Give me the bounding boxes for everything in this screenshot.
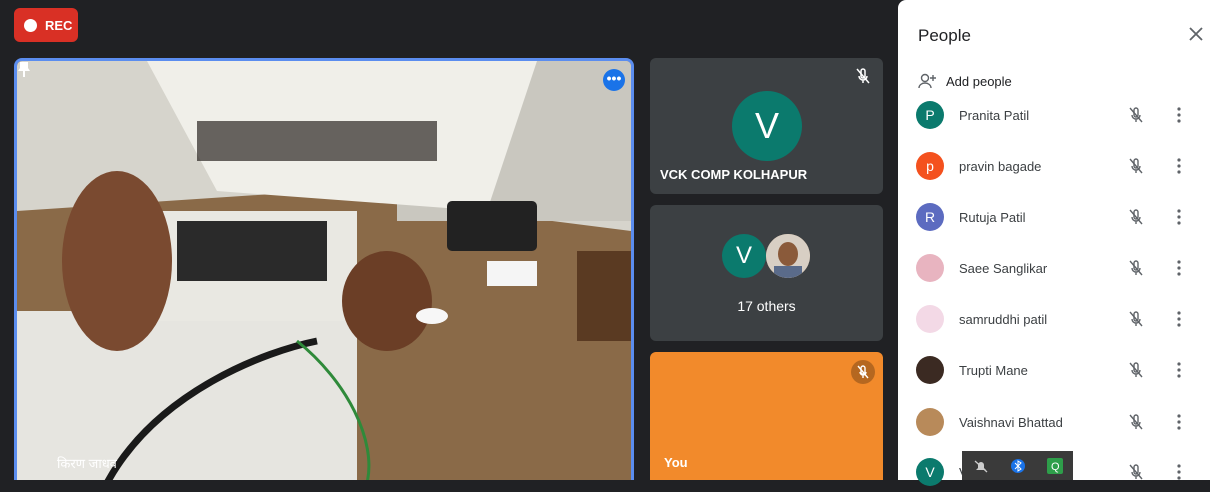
more-options-icon[interactable]: ••• (603, 69, 625, 91)
notification-off-icon[interactable] (973, 458, 989, 474)
mic-off-icon[interactable] (1126, 412, 1146, 432)
more-vert-icon[interactable] (1174, 156, 1184, 176)
recording-label: REC (45, 17, 73, 33)
mic-off-icon[interactable] (1126, 309, 1146, 329)
participant-row[interactable]: P Pranita Patil (898, 95, 1210, 135)
more-vert-icon[interactable] (1174, 207, 1184, 227)
avatar (916, 254, 944, 282)
avatar: p (916, 152, 944, 180)
app-q-icon[interactable]: Q (1046, 457, 1063, 474)
more-vert-icon[interactable] (1174, 412, 1184, 432)
avatar: R (916, 203, 944, 231)
avatar: V (732, 91, 802, 161)
more-vert-icon[interactable] (1174, 309, 1184, 329)
add-people-button[interactable]: Add people (918, 72, 1012, 90)
avatar: V (916, 458, 944, 486)
participant-row[interactable]: Saee Sanglikar (898, 248, 1210, 288)
participant-name: Rutuja Patil (959, 209, 1026, 225)
participant-row[interactable]: Vaishnavi Bhattad (898, 402, 1210, 442)
participant-name: pravin bagade (959, 158, 1042, 174)
tile-name: VCK COMP KOLHAPUR (660, 167, 808, 182)
record-dot-icon (24, 18, 37, 32)
more-vert-icon[interactable] (1174, 360, 1184, 380)
avatar-photo (766, 234, 810, 278)
participant-name: samruddhi patil (959, 311, 1048, 327)
close-icon[interactable] (1184, 22, 1208, 46)
pin-icon[interactable] (17, 61, 31, 77)
add-people-label: Add people (946, 73, 1012, 89)
participant-row[interactable]: p pravin bagade (898, 146, 1210, 186)
others-tile[interactable]: V 17 others (650, 205, 883, 341)
self-tile[interactable]: You (650, 352, 883, 480)
mic-off-icon[interactable] (1126, 462, 1146, 482)
participant-tile-vck[interactable]: V VCK COMP KOLHAPUR (650, 58, 883, 194)
mic-off-icon[interactable] (1126, 258, 1146, 278)
mic-off-icon (851, 360, 875, 384)
panel-title: People (918, 26, 971, 45)
mic-off-icon[interactable] (1126, 207, 1146, 227)
avatar (916, 305, 944, 333)
svg-text:Q: Q (1051, 461, 1060, 473)
mic-off-icon (856, 68, 870, 84)
avatar: P (916, 101, 944, 129)
participant-row[interactable]: R Rutuja Patil (898, 197, 1210, 237)
add-person-icon (918, 73, 936, 89)
avatar (916, 408, 944, 436)
video-stage: REC ••• किरण जाधव V VCK COMP KOLHAPUR V … (0, 0, 898, 480)
participant-row[interactable]: samruddhi patil (898, 299, 1210, 339)
more-vert-icon[interactable] (1174, 105, 1184, 125)
avatar: V (722, 234, 766, 278)
participant-name: Trupti Mane (959, 362, 1028, 378)
people-panel: People Add people P Pranita Patil p pravin … (898, 0, 1210, 486)
mic-off-icon[interactable] (1126, 156, 1146, 176)
bluetooth-icon[interactable] (1010, 458, 1026, 474)
recording-badge[interactable]: REC (14, 8, 78, 42)
participant-name: Pranita Patil (959, 107, 1030, 123)
main-participant-name: किरण जाधव (57, 456, 117, 471)
mic-off-icon[interactable] (1126, 360, 1146, 380)
more-vert-icon[interactable] (1174, 258, 1184, 278)
participant-row[interactable]: Trupti Mane (898, 350, 1210, 390)
mic-off-icon[interactable] (1126, 105, 1146, 125)
others-count: 17 others (737, 298, 796, 314)
taskbar-tray: Q (962, 451, 1073, 480)
participant-name: Saee Sanglikar (959, 260, 1048, 276)
more-vert-icon[interactable] (1174, 462, 1184, 482)
avatar (916, 356, 944, 384)
participant-name: Vaishnavi Bhattad (959, 414, 1063, 430)
main-video-tile[interactable]: ••• किरण जाधव (14, 58, 634, 480)
main-video-image (17, 61, 631, 480)
self-name: You (664, 455, 688, 470)
